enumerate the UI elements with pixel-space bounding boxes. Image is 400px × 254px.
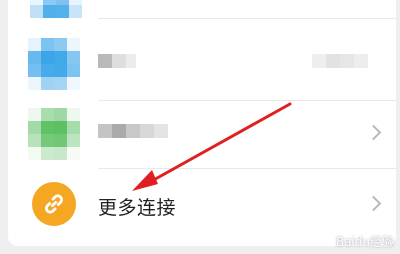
watermark: Baidu经验 (335, 235, 394, 249)
blurred-app-icon (28, 108, 80, 160)
divider (98, 18, 396, 19)
link-icon (32, 182, 76, 226)
blurred-app-icon (28, 38, 80, 90)
blurred-value (312, 54, 368, 68)
settings-screen: 更多连接 Baidu经验 (0, 0, 400, 254)
divider (98, 168, 396, 169)
divider (98, 100, 396, 101)
blurred-label (98, 54, 136, 68)
blurred-label (98, 124, 168, 138)
more-connections-label: 更多连接 (98, 197, 177, 219)
